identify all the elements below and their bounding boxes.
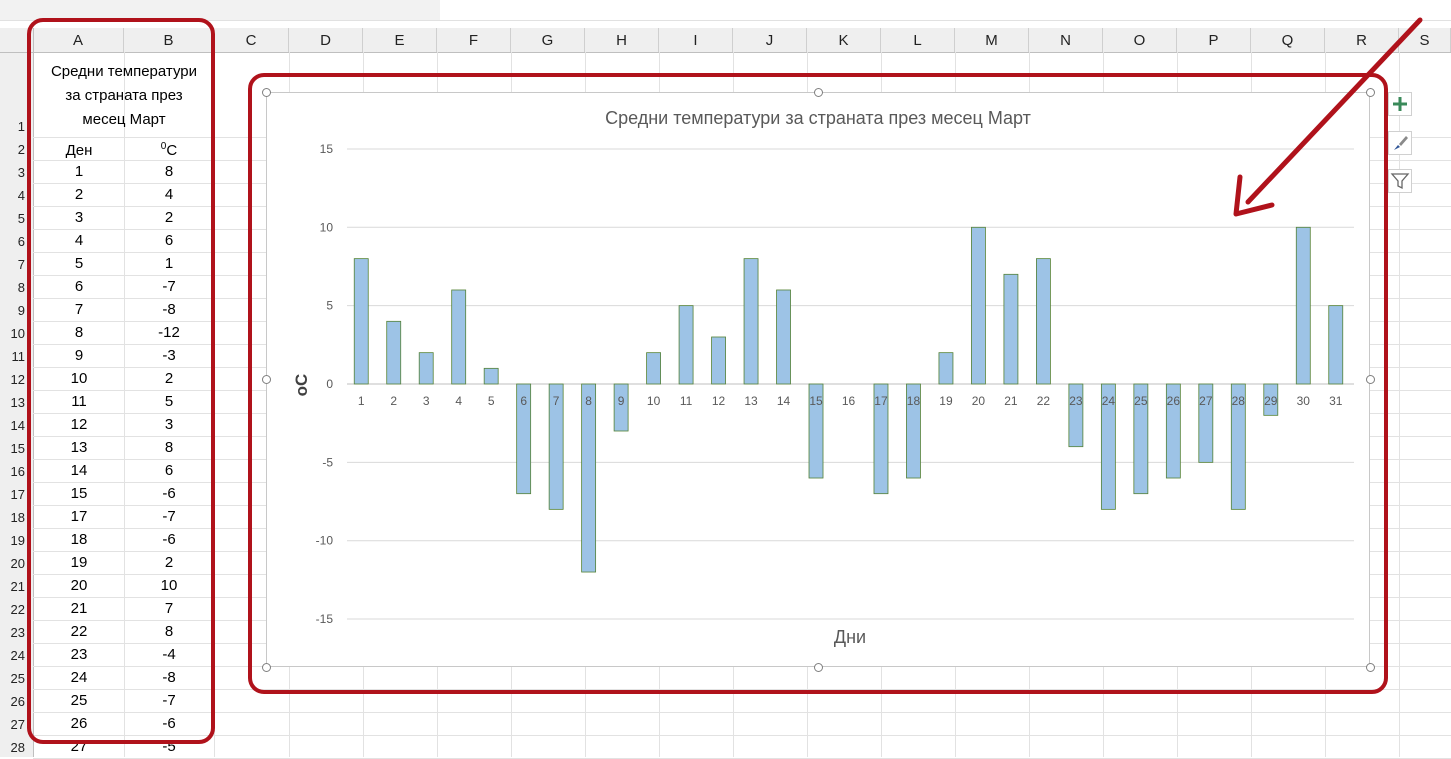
column-header-k[interactable]: K bbox=[807, 28, 881, 52]
column-header-d[interactable]: D bbox=[289, 28, 363, 52]
column-header-l[interactable]: L bbox=[881, 28, 955, 52]
table-highlight-frame bbox=[27, 18, 215, 744]
formula-bar[interactable] bbox=[440, 0, 1451, 21]
chart-highlight-frame bbox=[248, 73, 1388, 694]
row-gridline bbox=[33, 735, 1451, 736]
row-header-28[interactable]: 28 bbox=[0, 738, 33, 758]
column-header-e[interactable]: E bbox=[363, 28, 437, 52]
chart-filters-button[interactable] bbox=[1388, 169, 1412, 193]
column-header-n[interactable]: N bbox=[1029, 28, 1103, 52]
filter-icon bbox=[1390, 173, 1410, 190]
column-header-m[interactable]: M bbox=[955, 28, 1029, 52]
chart-elements-button[interactable] bbox=[1388, 92, 1412, 116]
column-header-q[interactable]: Q bbox=[1251, 28, 1325, 52]
row-gridline bbox=[33, 712, 1451, 713]
brush-icon bbox=[1394, 136, 1408, 150]
column-header-g[interactable]: G bbox=[511, 28, 585, 52]
column-header-p[interactable]: P bbox=[1177, 28, 1251, 52]
plus-icon bbox=[1393, 97, 1407, 111]
column-header-s[interactable]: S bbox=[1399, 28, 1451, 52]
column-header-c[interactable]: C bbox=[214, 28, 289, 52]
column-header-f[interactable]: F bbox=[437, 28, 511, 52]
column-header-h[interactable]: H bbox=[585, 28, 659, 52]
column-header-i[interactable]: I bbox=[659, 28, 733, 52]
column-header-r[interactable]: R bbox=[1325, 28, 1399, 52]
column-header-j[interactable]: J bbox=[733, 28, 807, 52]
chart-styles-button[interactable] bbox=[1388, 131, 1412, 155]
column-gridline bbox=[1399, 52, 1400, 757]
column-header-o[interactable]: O bbox=[1103, 28, 1177, 52]
spreadsheet: ABCDEFGHIJKLMNOPQRS 1 2 3 4 5 6 7 8 9 10 11 12 13 14 1… bbox=[0, 0, 1451, 759]
